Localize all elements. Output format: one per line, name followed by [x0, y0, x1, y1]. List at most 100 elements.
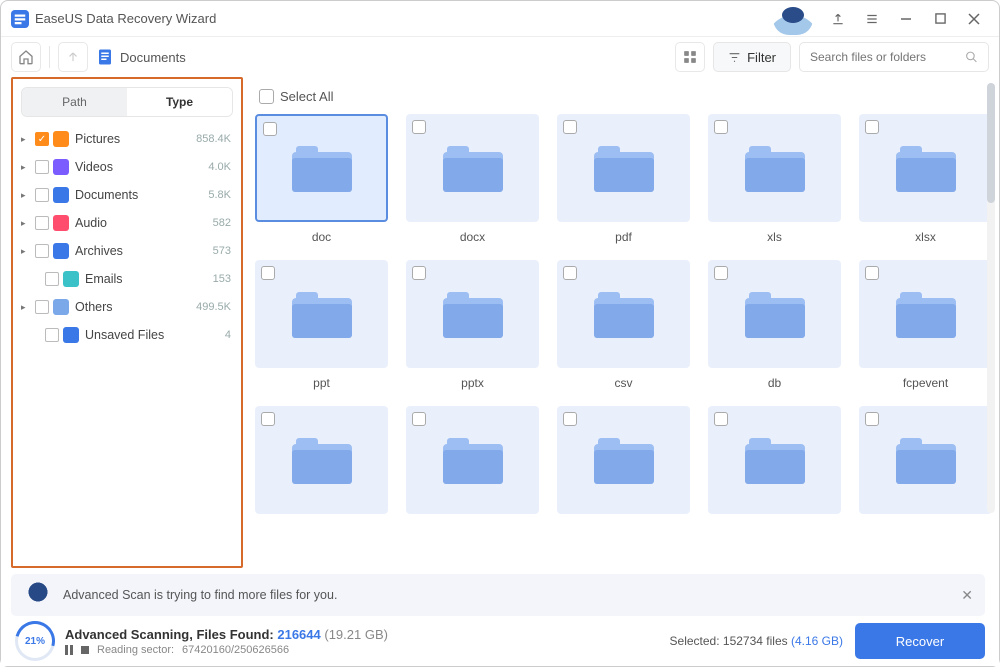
folder-icon: [594, 290, 654, 338]
tile-checkbox[interactable]: [714, 120, 728, 134]
tile-thumb: [708, 114, 841, 222]
select-all-row[interactable]: Select All: [255, 83, 981, 114]
tile-checkbox[interactable]: [412, 412, 426, 426]
category-icon: [53, 187, 69, 203]
menu-button[interactable]: [857, 5, 887, 33]
sidebar-item-videos[interactable]: ▸Videos4.0K: [13, 153, 241, 181]
sidebar-item-audio[interactable]: ▸Audio582: [13, 209, 241, 237]
folder-icon: [745, 144, 805, 192]
tile-checkbox[interactable]: [412, 266, 426, 280]
home-button[interactable]: [11, 42, 41, 72]
maximize-button[interactable]: [925, 5, 955, 33]
pause-button[interactable]: [65, 645, 73, 655]
close-button[interactable]: [959, 5, 989, 33]
notice-close-button[interactable]: ✕: [961, 587, 973, 604]
category-checkbox[interactable]: ✓: [35, 132, 49, 146]
tile-thumb: [708, 260, 841, 368]
file-grid: docdocxpdfxlsxlsxpptpptxcsvdbfcpevent: [255, 114, 981, 522]
tile-thumb: [406, 260, 539, 368]
category-checkbox[interactable]: [35, 216, 49, 230]
share-button[interactable]: [823, 5, 853, 33]
file-tile[interactable]: doc: [255, 114, 388, 244]
file-tile[interactable]: csv: [557, 260, 690, 390]
file-tile[interactable]: xlsx: [859, 114, 992, 244]
category-checkbox[interactable]: [45, 328, 59, 342]
tile-thumb: [406, 114, 539, 222]
category-count: 4.0K: [208, 161, 231, 173]
category-label: Videos: [75, 160, 208, 174]
file-tile[interactable]: [406, 406, 539, 522]
tile-checkbox[interactable]: [261, 412, 275, 426]
scrollbar[interactable]: [987, 83, 995, 513]
file-tile[interactable]: [255, 406, 388, 522]
folder-icon: [896, 290, 956, 338]
user-avatar-icon[interactable]: [773, 3, 813, 35]
folder-icon: [594, 144, 654, 192]
tile-checkbox[interactable]: [714, 266, 728, 280]
search-input[interactable]: [810, 50, 965, 64]
sidebar-item-archives[interactable]: ▸Archives573: [13, 237, 241, 265]
category-checkbox[interactable]: [35, 188, 49, 202]
scan-label: Advanced Scanning, Files Found:: [65, 627, 277, 642]
tile-checkbox[interactable]: [263, 122, 277, 136]
select-all-checkbox[interactable]: [259, 89, 274, 104]
tile-checkbox[interactable]: [261, 266, 275, 280]
file-tile[interactable]: [557, 406, 690, 522]
file-tile[interactable]: pptx: [406, 260, 539, 390]
title-bar: EaseUS Data Recovery Wizard: [1, 1, 999, 37]
sidebar-item-documents[interactable]: ▸Documents5.8K: [13, 181, 241, 209]
tab-type[interactable]: Type: [127, 88, 232, 116]
category-checkbox[interactable]: [35, 300, 49, 314]
recover-button[interactable]: Recover: [855, 623, 985, 659]
tile-checkbox[interactable]: [563, 412, 577, 426]
category-label: Unsaved Files: [85, 328, 225, 342]
file-tile[interactable]: fcpevent: [859, 260, 992, 390]
tile-checkbox[interactable]: [714, 412, 728, 426]
sidebar-item-others[interactable]: ▸Others499.5K: [13, 293, 241, 321]
notice-text: Advanced Scan is trying to find more fil…: [63, 588, 337, 602]
search-box[interactable]: [799, 42, 989, 72]
sidebar-item-unsaved-files[interactable]: Unsaved Files4: [13, 321, 241, 349]
scroll-thumb[interactable]: [987, 83, 995, 203]
sidebar-item-pictures[interactable]: ▸✓Pictures858.4K: [13, 125, 241, 153]
tile-checkbox[interactable]: [865, 120, 879, 134]
stop-button[interactable]: [81, 646, 89, 654]
tile-checkbox[interactable]: [412, 120, 426, 134]
selected-count: 152734 files: [723, 634, 791, 648]
filter-label: Filter: [747, 50, 776, 65]
scan-notice: Advanced Scan is trying to find more fil…: [11, 574, 985, 616]
toolbar: Documents Filter: [1, 37, 999, 77]
tile-checkbox[interactable]: [563, 120, 577, 134]
filter-button[interactable]: Filter: [713, 42, 791, 72]
category-checkbox[interactable]: [45, 272, 59, 286]
selected-size: (4.16 GB): [791, 634, 843, 648]
sidebar: Path Type ▸✓Pictures858.4K▸Videos4.0K▸Do…: [11, 77, 243, 568]
caret-icon: ▸: [21, 190, 31, 201]
breadcrumb[interactable]: Documents: [96, 48, 186, 66]
sidebar-item-emails[interactable]: Emails153: [13, 265, 241, 293]
caret-icon: ▸: [21, 218, 31, 229]
file-tile[interactable]: docx: [406, 114, 539, 244]
file-tile[interactable]: db: [708, 260, 841, 390]
tile-checkbox[interactable]: [865, 266, 879, 280]
file-tile[interactable]: [708, 406, 841, 522]
minimize-button[interactable]: [891, 5, 921, 33]
tile-thumb: [859, 114, 992, 222]
category-icon: [53, 215, 69, 231]
category-checkbox[interactable]: [35, 244, 49, 258]
file-tile[interactable]: ppt: [255, 260, 388, 390]
folder-icon: [745, 436, 805, 484]
file-tile[interactable]: [859, 406, 992, 522]
file-tile[interactable]: pdf: [557, 114, 690, 244]
breadcrumb-label: Documents: [120, 50, 186, 65]
app-title: EaseUS Data Recovery Wizard: [35, 11, 216, 26]
view-grid-button[interactable]: [675, 42, 705, 72]
folder-icon: [443, 144, 503, 192]
tile-thumb: [859, 406, 992, 514]
file-tile[interactable]: xls: [708, 114, 841, 244]
category-checkbox[interactable]: [35, 160, 49, 174]
up-button[interactable]: [58, 42, 88, 72]
tile-checkbox[interactable]: [865, 412, 879, 426]
tile-checkbox[interactable]: [563, 266, 577, 280]
tab-path[interactable]: Path: [22, 88, 127, 116]
